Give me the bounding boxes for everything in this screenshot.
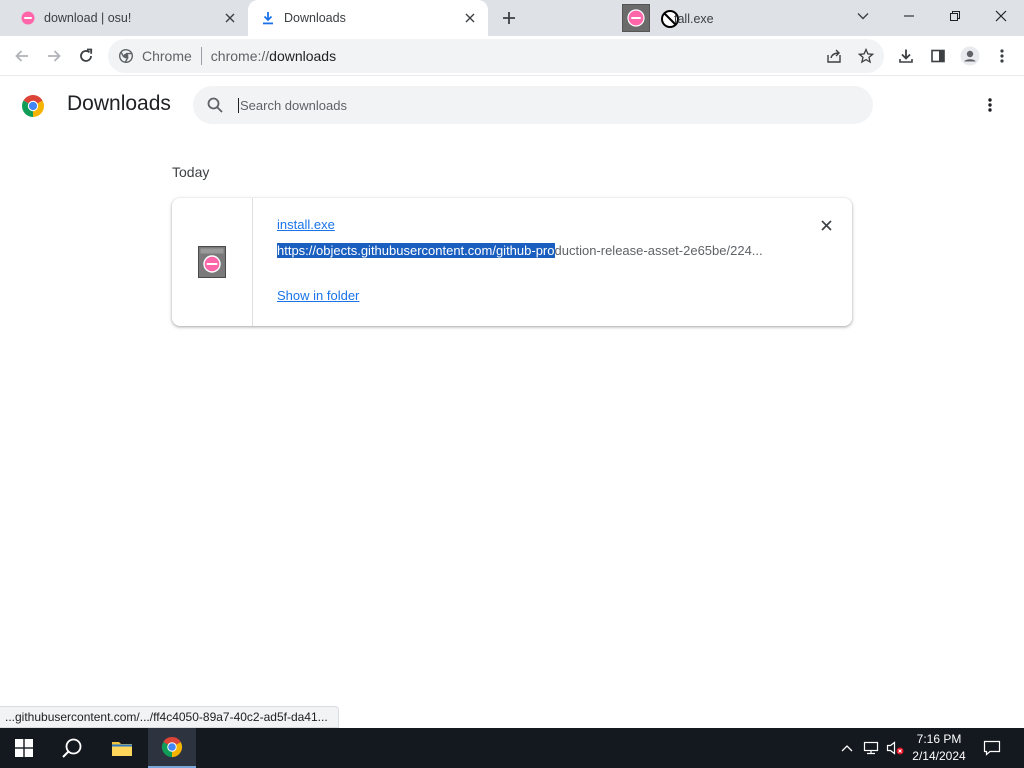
address-divider — [200, 47, 202, 65]
back-button[interactable] — [6, 40, 38, 72]
downloads-header: Downloads — [0, 77, 1024, 133]
show-in-folder-link[interactable]: Show in folder — [277, 288, 359, 303]
notification-icon — [983, 740, 1001, 756]
side-panel-button[interactable] — [922, 40, 954, 72]
tab-osu-download[interactable]: download | osu! — [8, 0, 248, 36]
search-icon — [207, 97, 223, 113]
download-filename-link[interactable]: install.exe — [277, 217, 335, 232]
more-actions-button[interactable] — [978, 93, 1002, 117]
taskbar-search-button[interactable] — [48, 728, 96, 768]
share-button[interactable] — [818, 40, 850, 72]
restore-button[interactable] — [932, 0, 978, 32]
page-title: Downloads — [67, 92, 171, 115]
network-button[interactable] — [860, 728, 882, 768]
remove-from-list-button[interactable] — [816, 215, 836, 235]
selected-url-text: https://objects.githubusercontent.com/gi… — [277, 243, 555, 258]
windows-logo-icon — [15, 739, 33, 757]
chrome-taskbar-button[interactable] — [148, 728, 196, 768]
download-icon — [260, 10, 276, 26]
chrome-logo-icon — [22, 95, 44, 117]
search-icon — [62, 738, 82, 758]
address-bar[interactable]: Chrome chrome://downloads — [108, 39, 884, 73]
close-window-button[interactable] — [978, 0, 1024, 32]
windows-taskbar: 7:16 PM 2/14/2024 — [0, 728, 1024, 768]
folder-icon — [112, 742, 132, 756]
site-label: Chrome — [142, 48, 192, 64]
download-item: install.exe https://objects.githubuserco… — [172, 198, 852, 326]
url-rest-text: duction-release-asset-2e65be/224... — [554, 243, 763, 258]
date-header: Today — [172, 164, 210, 180]
osu-icon — [20, 10, 36, 26]
url-host: downloads — [269, 48, 337, 64]
chrome-logo-icon — [161, 736, 183, 758]
share-icon — [827, 49, 841, 63]
speaker-muted-icon — [886, 741, 904, 755]
minimize-button[interactable] — [886, 0, 932, 32]
chevron-down-icon — [857, 13, 869, 20]
volume-button[interactable] — [884, 728, 906, 768]
file-icon-column — [172, 198, 253, 326]
clock-date: 2/14/2024 — [912, 749, 966, 763]
url-text: chrome://downloads — [211, 48, 336, 64]
downloads-button[interactable] — [890, 40, 922, 72]
start-button[interactable] — [0, 728, 48, 768]
kebab-menu-icon — [1000, 49, 1004, 63]
browser-toolbar: Chrome chrome://downloads — [0, 36, 1024, 76]
download-source-url[interactable]: https://objects.githubusercontent.com/gi… — [277, 243, 763, 258]
tab-search-button[interactable] — [840, 0, 886, 32]
tab-strip: download | osu! Downloads tall.exe — [0, 0, 1024, 36]
close-icon — [820, 219, 832, 231]
side-panel-icon — [931, 49, 945, 63]
dragged-file-icon — [622, 4, 650, 32]
chrome-menu-button[interactable] — [986, 40, 1018, 72]
back-arrow-icon — [15, 50, 28, 62]
profile-button[interactable] — [954, 40, 986, 72]
close-tab-icon[interactable] — [220, 8, 240, 28]
star-icon — [858, 48, 874, 64]
chevron-up-icon — [841, 745, 853, 752]
forward-button[interactable] — [38, 40, 70, 72]
download-icon — [899, 49, 913, 63]
drag-label-text: tall.exe — [674, 12, 714, 26]
new-tab-button[interactable] — [497, 6, 521, 30]
restore-icon — [950, 11, 960, 21]
close-icon — [995, 10, 1007, 22]
minimize-icon — [904, 15, 914, 17]
drag-label: tall.exe — [660, 9, 714, 29]
bookmark-button[interactable] — [850, 40, 882, 72]
kebab-menu-icon — [988, 98, 992, 112]
file-explorer-button[interactable] — [98, 728, 146, 768]
tab-title: download | osu! — [44, 11, 132, 25]
url-scheme: chrome:// — [210, 48, 270, 64]
action-center-button[interactable] — [978, 728, 1006, 768]
search-input[interactable] — [238, 97, 838, 113]
network-icon — [863, 741, 879, 755]
show-hidden-icons-button[interactable] — [838, 728, 856, 768]
forward-arrow-icon — [48, 50, 61, 62]
tab-title: Downloads — [284, 11, 346, 25]
avatar-icon — [960, 46, 980, 66]
reload-button[interactable] — [70, 40, 102, 72]
chrome-site-icon — [118, 48, 134, 64]
link-status-bubble: ...githubusercontent.com/.../ff4c4050-89… — [0, 706, 339, 728]
clock-time: 7:16 PM — [916, 732, 962, 746]
installer-file-icon — [198, 246, 226, 278]
close-tab-icon[interactable] — [460, 8, 480, 28]
tab-downloads[interactable]: Downloads — [248, 0, 488, 36]
system-clock[interactable]: 7:16 PM 2/14/2024 — [905, 731, 973, 765]
reload-icon — [80, 48, 93, 62]
search-downloads-box[interactable] — [193, 86, 873, 124]
